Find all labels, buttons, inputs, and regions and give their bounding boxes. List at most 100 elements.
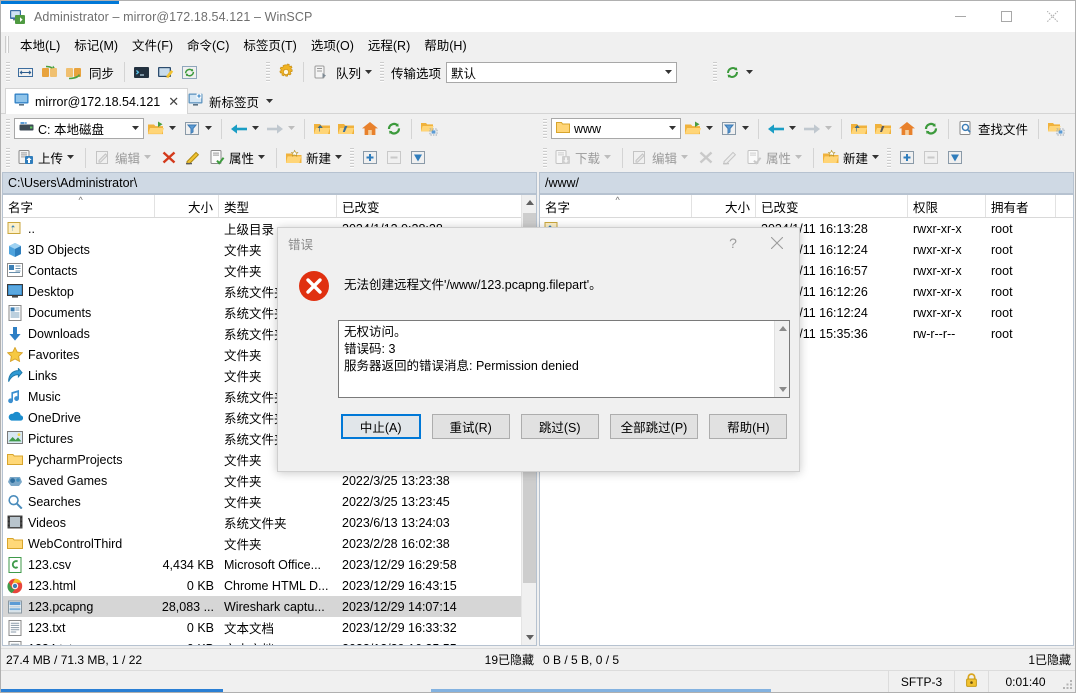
- menu-mark[interactable]: 标记(M): [67, 32, 125, 58]
- error-detail-box[interactable]: 无权访问。 错误码: 3 服务器返回的错误消息: Permission deni…: [338, 320, 790, 398]
- local-back-button[interactable]: [227, 117, 263, 141]
- local-col-size[interactable]: 大小: [155, 195, 219, 217]
- table-row[interactable]: 123.html 0 KB Chrome HTML D... 2023/12/29 1…: [3, 575, 536, 596]
- open-console-button[interactable]: [130, 60, 154, 84]
- open-putty-button[interactable]: [154, 60, 178, 84]
- local-col-type[interactable]: 类型: [219, 195, 337, 217]
- local-back-chevron-down-icon[interactable]: [251, 126, 260, 131]
- remote-back-chevron-down-icon[interactable]: [788, 126, 797, 131]
- menu-command[interactable]: 命令(C): [180, 32, 236, 58]
- remote-back-button[interactable]: [764, 117, 800, 141]
- remote-new-button[interactable]: 新建: [819, 146, 885, 170]
- upload-chevron-down-icon[interactable]: [66, 155, 75, 160]
- menu-options[interactable]: 选项(O): [304, 32, 361, 58]
- table-row[interactable]: 1234.txt 0 KB文本文档2023/12/29 16:25:55: [3, 638, 536, 645]
- remote-new-chevron-down-icon[interactable]: [871, 155, 880, 160]
- local-forward-button[interactable]: [263, 117, 299, 141]
- remote-add-bookmark-button[interactable]: [1044, 117, 1068, 141]
- queue-icon-button[interactable]: [309, 60, 333, 84]
- protocol-status-cell[interactable]: SFTP-3: [888, 671, 954, 692]
- new-chevron-down-icon[interactable]: [334, 155, 343, 160]
- skip-all-button[interactable]: 全部跳过(P): [609, 414, 699, 439]
- detail-scroll-up-icon[interactable]: [775, 321, 790, 337]
- transfer-preset-combo[interactable]: 默认: [446, 61, 678, 83]
- local-col-name[interactable]: 名字 ^: [3, 195, 155, 217]
- menu-remote[interactable]: 远程(R): [361, 32, 417, 58]
- local-refresh-button[interactable]: [382, 117, 406, 141]
- local-filter-button[interactable]: [180, 117, 216, 141]
- local-home-directory-button[interactable]: [358, 117, 382, 141]
- remote-home-directory-button[interactable]: [895, 117, 919, 141]
- remote-root-directory-button[interactable]: [871, 117, 895, 141]
- abort-button[interactable]: 中止(A): [340, 414, 421, 439]
- dialog-help-icon[interactable]: ?: [711, 228, 755, 258]
- new-button[interactable]: 新建: [282, 146, 348, 170]
- local-open-directory-button[interactable]: [144, 117, 180, 141]
- menu-file[interactable]: 文件(F): [125, 32, 180, 58]
- refresh-panels-button[interactable]: [178, 60, 202, 84]
- properties-button[interactable]: 属性: [205, 146, 271, 170]
- synchronize-label-button[interactable]: 同步: [86, 60, 119, 84]
- local-drive-combo[interactable]: C: 本地磁盘: [14, 118, 144, 139]
- find-files-button[interactable]: 查找文件: [954, 117, 1033, 141]
- combo-chevron-down-icon[interactable]: [660, 63, 676, 82]
- menu-help[interactable]: 帮助(H): [417, 32, 473, 58]
- remote-col-changed[interactable]: 已改变: [756, 195, 908, 217]
- remote-col-rights[interactable]: 权限: [908, 195, 986, 217]
- table-row[interactable]: Searches 文件夹 2022/3/25 13:23:45: [3, 491, 536, 512]
- menu-local[interactable]: 本地(L): [13, 32, 67, 58]
- remote-parent-directory-button[interactable]: [847, 117, 871, 141]
- error-detail-scrollbar[interactable]: [774, 321, 789, 397]
- local-filter-chevron-down-icon[interactable]: [204, 126, 213, 131]
- local-col-changed[interactable]: 已改变: [337, 195, 523, 217]
- remote-directory-combo[interactable]: www: [551, 118, 681, 139]
- detail-scroll-down-icon[interactable]: [775, 381, 790, 397]
- table-row[interactable]: 123.csv 4,434 KB Microsoft Office... 2023/1…: [3, 554, 536, 575]
- session-chevron-down-icon[interactable]: [745, 69, 754, 75]
- remote-refresh-button[interactable]: [919, 117, 943, 141]
- local-root-directory-button[interactable]: [334, 117, 358, 141]
- local-add-bookmark-button[interactable]: [417, 117, 441, 141]
- window-resize-grip[interactable]: [1062, 671, 1075, 692]
- error-dialog[interactable]: 错误 ? 无法创建远程文件'/www/123.pcapng.filepart'。…: [277, 227, 800, 472]
- table-row[interactable]: Saved Games 文件夹 2022/3/25 13:23:38: [3, 470, 536, 491]
- rename-button[interactable]: [181, 146, 205, 170]
- table-row[interactable]: 123.txt 0 KB 文本文档 2023/12/29 16:33:32: [3, 617, 536, 638]
- skip-button[interactable]: 跳过(S): [520, 414, 599, 439]
- remote-select-files-button[interactable]: [895, 146, 919, 170]
- select-files-button[interactable]: [358, 146, 382, 170]
- delete-button[interactable]: [157, 146, 181, 170]
- remote-open-dir-chevron-down-icon[interactable]: [705, 126, 714, 131]
- new-tab-chevron-down-icon[interactable]: [265, 99, 274, 104]
- queue-button[interactable]: 队列: [333, 60, 378, 84]
- local-parent-directory-button[interactable]: [310, 117, 334, 141]
- encryption-status-cell[interactable]: [954, 671, 988, 692]
- tab-new[interactable]: 新标签页: [180, 89, 282, 114]
- remote-col-size[interactable]: 大小: [692, 195, 756, 217]
- remote-col-name[interactable]: 名字 ^: [540, 195, 692, 217]
- remote-invert-selection-button[interactable]: [943, 146, 967, 170]
- local-path-bar[interactable]: C:\Users\Administrator\: [2, 172, 537, 194]
- remote-path-bar[interactable]: /www/: [539, 172, 1074, 194]
- scroll-down-icon[interactable]: [522, 629, 536, 645]
- local-drive-chevron-down-icon[interactable]: [127, 119, 143, 138]
- scroll-up-icon[interactable]: [522, 195, 536, 211]
- table-row[interactable]: WebControlThird 文件夹 2023/2/28 16:02:38: [3, 533, 536, 554]
- upload-button[interactable]: 上传: [14, 146, 80, 170]
- dialog-close-icon[interactable]: [755, 228, 799, 258]
- remote-open-directory-button[interactable]: [681, 117, 717, 141]
- properties-chevron-down-icon[interactable]: [257, 155, 266, 160]
- table-row[interactable]: 123.pcapng 28,083 ... Wireshark captu... 20…: [3, 596, 536, 617]
- remote-dir-chevron-down-icon[interactable]: [664, 119, 680, 138]
- chevron-down-icon[interactable]: [364, 69, 373, 75]
- table-row[interactable]: Videos 系统文件夹 2023/6/13 13:24:03: [3, 512, 536, 533]
- synchronize-button[interactable]: [62, 60, 86, 84]
- sync-browsing-button[interactable]: [38, 60, 62, 84]
- tab-close-icon[interactable]: ✕: [168, 94, 179, 110]
- split-panels-button[interactable]: [14, 60, 38, 84]
- close-button[interactable]: [1029, 1, 1075, 32]
- invert-selection-button[interactable]: [406, 146, 430, 170]
- maximize-button[interactable]: [983, 1, 1029, 32]
- tab-session[interactable]: mirror@172.18.54.121 ✕: [5, 88, 189, 115]
- help-button[interactable]: 帮助(H): [709, 414, 788, 439]
